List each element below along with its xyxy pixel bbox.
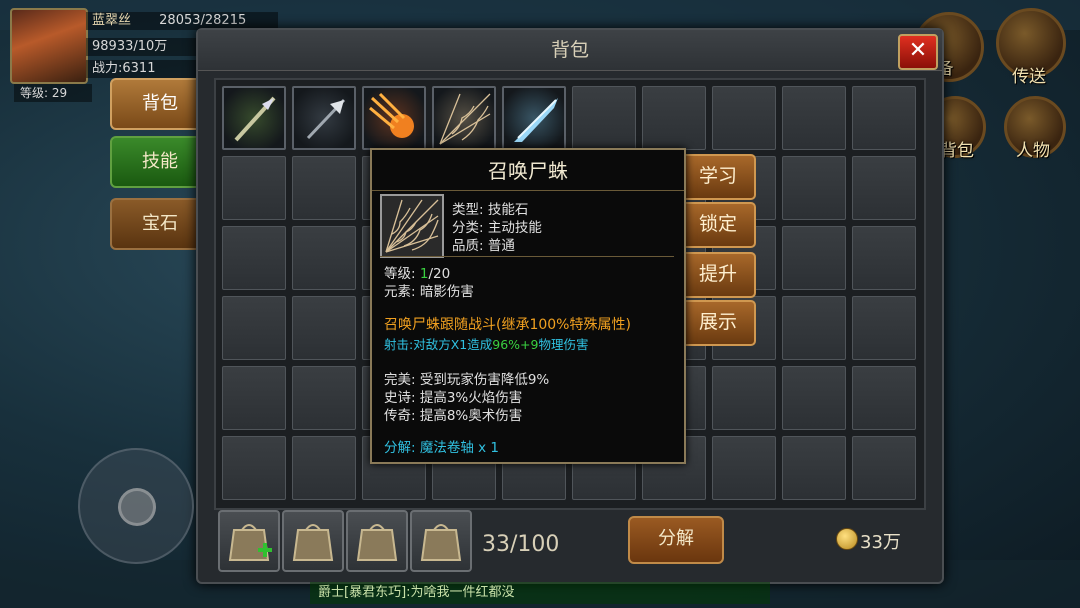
tooltip-decompose-qty: x 1 bbox=[473, 440, 500, 456]
inventory-slot[interactable] bbox=[782, 86, 846, 150]
item-tooltip: 召唤尸蛛 类型: 技能石 分类: 主动技能 品质: 普通 等级: 1/20 元素… bbox=[370, 148, 686, 464]
inventory-slot[interactable] bbox=[852, 156, 916, 220]
tab-bag[interactable]: 背包 bbox=[110, 78, 210, 130]
inventory-slot[interactable] bbox=[782, 156, 846, 220]
inventory-slot[interactable] bbox=[852, 366, 916, 430]
tooltip-shoot-percent: 96%+9 bbox=[492, 337, 539, 352]
tooltip-category: 分类: 主动技能 bbox=[452, 220, 542, 236]
player-level: 等级: 29 bbox=[14, 84, 92, 102]
joystick-knob[interactable] bbox=[118, 488, 156, 526]
transfer-label: 传送 bbox=[1012, 67, 1046, 87]
show-button[interactable]: 展示 bbox=[680, 300, 756, 346]
bag-slot-add-icon[interactable] bbox=[218, 510, 280, 572]
inventory-slot[interactable] bbox=[782, 366, 846, 430]
inventory-slot[interactable] bbox=[292, 436, 356, 500]
player-exp: 98933/10万 bbox=[86, 38, 208, 56]
inventory-slot[interactable] bbox=[712, 436, 776, 500]
tooltip-item-name: 召唤尸蛛 bbox=[372, 150, 684, 191]
tooltip-element: 元素: 暗影伤害 bbox=[384, 284, 474, 300]
inventory-item-slot[interactable] bbox=[292, 86, 356, 150]
player-hp: 28053/28215 bbox=[159, 13, 247, 28]
tooltip-decompose-item: 魔法卷轴 bbox=[419, 440, 474, 456]
inventory-slot[interactable] bbox=[712, 366, 776, 430]
inventory-slot[interactable] bbox=[222, 226, 286, 290]
inventory-slot[interactable] bbox=[292, 296, 356, 360]
tooltip-decompose: 分解: 魔法卷轴 x 1 bbox=[384, 436, 499, 456]
bag-capacity: 33/100 bbox=[482, 532, 560, 557]
inventory-slot[interactable] bbox=[222, 156, 286, 220]
close-button[interactable]: ✕ bbox=[898, 34, 938, 70]
panel-title: 背包 bbox=[198, 30, 942, 71]
upgrade-button[interactable]: 提升 bbox=[680, 252, 756, 298]
inventory-item-slot[interactable] bbox=[502, 86, 566, 150]
inventory-slot[interactable] bbox=[782, 436, 846, 500]
bag-slot-icon[interactable] bbox=[346, 510, 408, 572]
fire-meteor-skill-icon bbox=[369, 92, 414, 138]
inventory-slot[interactable] bbox=[292, 226, 356, 290]
arrow-skill-icon bbox=[306, 98, 346, 140]
inventory-slot[interactable] bbox=[572, 86, 636, 150]
ice-blade-skill-icon bbox=[514, 98, 558, 142]
inventory-slot[interactable] bbox=[852, 86, 916, 150]
gold-coin-icon bbox=[836, 528, 858, 550]
lock-button[interactable]: 锁定 bbox=[680, 202, 756, 248]
tooltip-legend: 传奇: 提高8%奥术伤害 bbox=[384, 408, 523, 424]
tooltip-epic: 史诗: 提高3%火焰伤害 bbox=[384, 390, 523, 406]
inventory-slot[interactable] bbox=[852, 226, 916, 290]
inventory-slot[interactable] bbox=[222, 436, 286, 500]
spider-web-icon bbox=[380, 194, 444, 258]
inventory-item-slot[interactable] bbox=[432, 86, 496, 150]
spider-web-skill-icon bbox=[439, 93, 491, 145]
inventory-item-slot[interactable] bbox=[222, 86, 286, 150]
character-label: 人物 bbox=[1016, 141, 1050, 161]
tooltip-perfect: 完美: 受到玩家伤害降低9% bbox=[384, 372, 550, 388]
inventory-slot[interactable] bbox=[292, 156, 356, 220]
tooltip-shoot: 射击:对敌方X1造成96%+9物理伤害 bbox=[384, 334, 588, 353]
bag-slot-icon[interactable] bbox=[410, 510, 472, 572]
inventory-slot[interactable] bbox=[782, 226, 846, 290]
inventory-slot[interactable] bbox=[292, 366, 356, 430]
tooltip-effect-title: 召唤尸蛛跟随战斗(继承100%特殊属性) bbox=[384, 317, 631, 333]
decompose-button[interactable]: 分解 bbox=[628, 516, 724, 564]
spear-skill-icon bbox=[234, 96, 276, 142]
tab-gem[interactable]: 宝石 bbox=[110, 198, 210, 250]
tab-skill[interactable]: 技能 bbox=[110, 136, 210, 188]
inventory-slot[interactable] bbox=[642, 86, 706, 150]
tooltip-shoot-label: 射击: bbox=[384, 337, 414, 352]
player-power: 战力:6311 bbox=[86, 60, 198, 78]
tooltip-level: 等级: 1/20 bbox=[384, 262, 450, 282]
tooltip-type: 类型: 技能石 bbox=[452, 202, 529, 218]
player-avatar[interactable] bbox=[10, 8, 88, 84]
bag-slot-icon[interactable] bbox=[282, 510, 344, 572]
inventory-slot[interactable] bbox=[852, 436, 916, 500]
tooltip-shoot-text-a: 对敌方X1造成 bbox=[413, 337, 493, 352]
inventory-slot[interactable] bbox=[852, 296, 916, 360]
tooltip-decompose-label: 分解: bbox=[384, 440, 420, 456]
tooltip-shoot-text-b: 物理伤害 bbox=[538, 337, 589, 352]
tooltip-divider bbox=[380, 256, 674, 257]
chat-bar[interactable]: 爵士[暴君东巧]:为啥我一件红都没 bbox=[310, 582, 770, 604]
inventory-slot[interactable] bbox=[712, 86, 776, 150]
inventory-item-slot[interactable] bbox=[362, 86, 426, 150]
inventory-slot[interactable] bbox=[222, 296, 286, 360]
inventory-slot[interactable] bbox=[782, 296, 846, 360]
tooltip-quality: 品质: 普通 bbox=[452, 238, 515, 254]
inventory-slot[interactable] bbox=[222, 366, 286, 430]
player-name: 蓝翠丝 bbox=[92, 13, 132, 28]
currency-amount: 33万 bbox=[860, 532, 901, 553]
learn-button[interactable]: 学习 bbox=[680, 154, 756, 200]
